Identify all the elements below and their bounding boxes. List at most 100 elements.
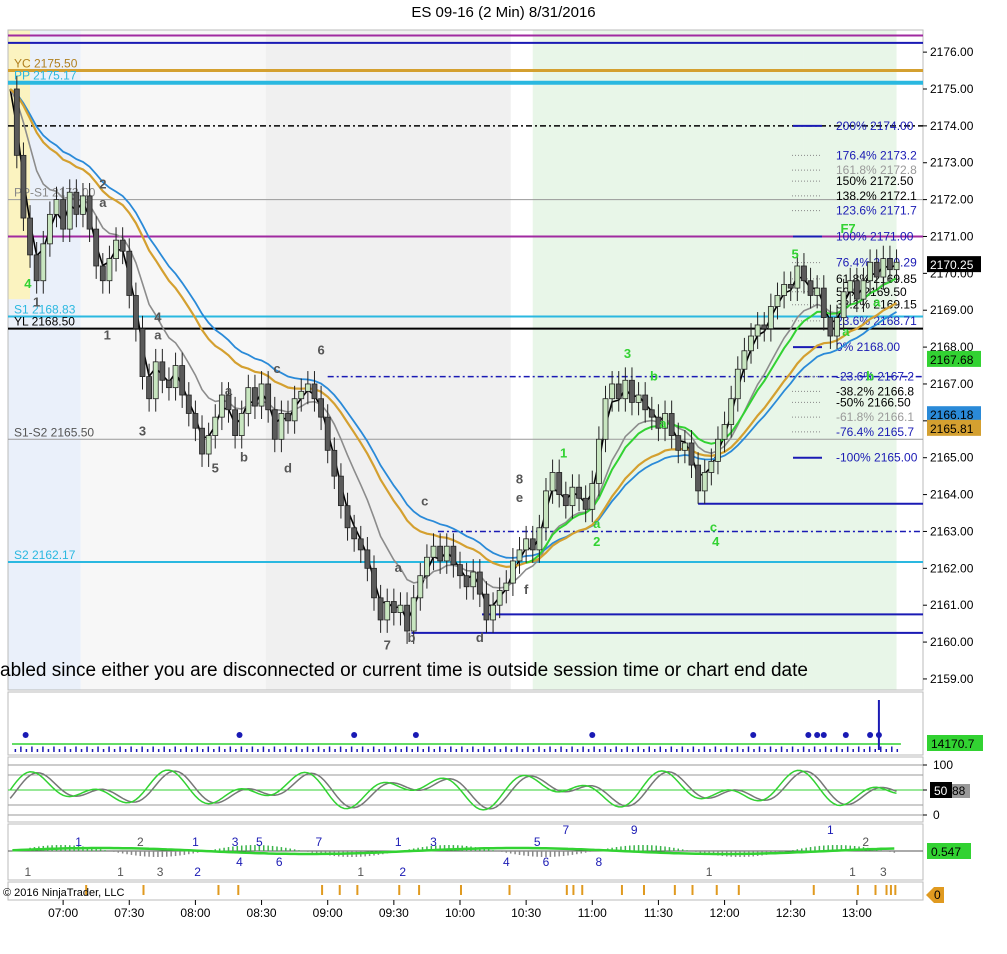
candle: [40, 243, 47, 282]
volume-bar: [676, 749, 678, 752]
candle: [404, 604, 410, 632]
volume-bar: [86, 746, 88, 752]
candle: [728, 398, 735, 425]
volume-bar: [279, 749, 281, 752]
volume-bar: [257, 749, 259, 752]
volume-bar: [642, 749, 645, 752]
x-tick-label: 10:00: [445, 906, 475, 920]
volume-bar: [576, 749, 579, 752]
candle: [119, 239, 126, 252]
session-band-2: [265, 30, 511, 690]
candle: [13, 88, 20, 156]
signal-bar: [581, 885, 584, 895]
fib-label: -50% 2166.50: [836, 395, 911, 409]
candle: [794, 265, 801, 289]
x-tick-label: 09:30: [379, 906, 409, 920]
y-tick-label: 2175.00: [930, 82, 974, 96]
candle: [629, 379, 635, 403]
volume-bar: [113, 749, 116, 752]
candle: [73, 191, 80, 215]
candle: [344, 505, 351, 529]
candle: [483, 593, 490, 621]
volume-bar: [620, 749, 623, 752]
volume-bar: [185, 746, 187, 752]
signal-bar: [237, 885, 240, 895]
signal-bar: [459, 885, 462, 895]
price-marker-label: 2167.68: [930, 353, 974, 367]
wave-label: 1: [33, 295, 40, 310]
volume-bar: [428, 746, 430, 752]
volume-bar: [306, 746, 309, 752]
macd-wave-label: 1: [24, 865, 31, 879]
candle: [113, 239, 119, 260]
candle: [132, 295, 139, 330]
candle: [351, 527, 358, 540]
candle: [496, 590, 503, 606]
candle: [152, 361, 159, 400]
wave-label: 3: [139, 424, 146, 439]
candle: [86, 195, 93, 230]
chart-canvas[interactable]: 2176.00 2175.00 2174.00 2173.00 2172.00 2171.…: [0, 0, 1007, 954]
volume-bar: [130, 746, 132, 752]
candle: [893, 261, 900, 271]
session-band-1: [80, 30, 266, 690]
fib-label: 176.4% 2173.2: [836, 148, 917, 162]
volume-bar: [549, 746, 551, 752]
wave-label: 4: [712, 534, 720, 549]
volume-bar: [102, 749, 105, 752]
price-marker-label: 2170.25: [930, 258, 974, 272]
wave-label: 2: [99, 177, 106, 192]
volume-bar: [42, 746, 44, 752]
volume-bar: [532, 749, 535, 752]
volume-bar: [874, 749, 876, 752]
candle: [185, 394, 192, 414]
candle: [338, 475, 344, 507]
macd-wave-label: 5: [534, 835, 541, 849]
volume-bar: [880, 746, 882, 752]
candle: [562, 494, 569, 507]
candle: [503, 582, 510, 591]
fib-label: 123.6% 2171.7: [836, 204, 917, 218]
candle: [529, 538, 536, 551]
candle: [166, 379, 172, 389]
signal-bar: [620, 885, 623, 895]
candle: [218, 394, 225, 418]
volume-bar: [852, 749, 854, 752]
candle: [46, 213, 53, 245]
macd-wave-label: 9: [631, 823, 638, 837]
candle: [371, 567, 377, 599]
y-tick-label: 2160.00: [930, 635, 974, 649]
wave-label: 6: [317, 342, 324, 357]
candle: [814, 287, 821, 296]
volume-bar: [394, 746, 397, 752]
volume-bar: [764, 749, 766, 752]
x-tick-label: 08:00: [180, 906, 210, 920]
candle: [516, 549, 523, 562]
candle: [609, 383, 616, 400]
wave-label: f: [524, 582, 529, 597]
signal-bar: [856, 885, 859, 895]
volume-bar: [791, 746, 794, 752]
fib-label: -100% 2165.00: [836, 451, 918, 465]
volume-bar: [146, 749, 149, 752]
wave-label: 2: [593, 534, 600, 549]
volume-bar: [626, 746, 628, 752]
candle: [873, 261, 880, 278]
candle: [192, 413, 199, 429]
candle: [443, 545, 450, 562]
candle: [688, 442, 695, 466]
candle: [602, 398, 609, 440]
wave-label: a: [225, 383, 233, 398]
volume-bar: [786, 749, 788, 752]
volume-bar: [268, 749, 270, 752]
volume-bar: [251, 746, 254, 752]
x-tick-label: 11:30: [644, 906, 673, 920]
signal-bar: [812, 885, 815, 895]
panel-frame-4: [7, 881, 924, 901]
volume-bar: [505, 746, 507, 752]
macd-wave-label: 1: [117, 865, 124, 879]
macd-wave-label: 4: [236, 855, 243, 869]
candle: [424, 556, 430, 577]
volume-bar: [450, 746, 452, 752]
stochastic-panel: 100 0 50 88: [8, 758, 970, 822]
